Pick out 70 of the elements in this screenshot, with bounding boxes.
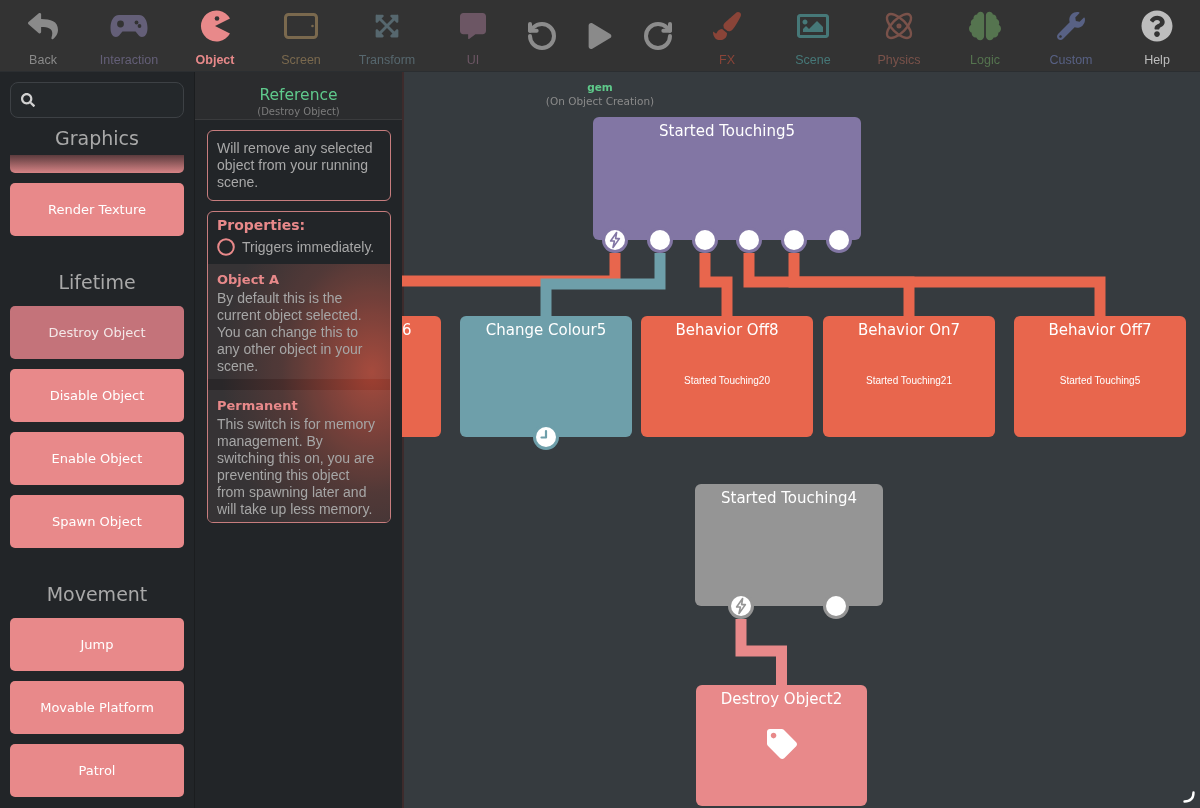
lightning-port-icon[interactable] <box>602 227 628 253</box>
sidebar-item[interactable]: Enable Object <box>10 432 184 485</box>
param-name: Object A <box>217 271 281 288</box>
panel-subtitle: (Destroy Object) <box>257 105 340 118</box>
node-subtitle: Started Touching21 <box>866 375 952 387</box>
sidebar-item[interactable]: Destroy Object <box>10 306 184 359</box>
node-title: Started Touching4 <box>721 488 857 508</box>
search-field[interactable] <box>10 82 184 118</box>
toolbar-tab[interactable]: UI <box>430 0 516 71</box>
toolbar-tab[interactable]: Object <box>172 0 258 71</box>
node-card[interactable]: Behavior Off7 Started Touching5 <box>1014 316 1186 437</box>
section-heading: Movement <box>45 582 149 607</box>
port-circle-icon[interactable] <box>781 227 807 253</box>
object-name: gem <box>587 80 613 94</box>
node-title: Behavior On7 <box>857 320 961 340</box>
description-text: Will remove any selected object from your running scene. <box>207 130 391 201</box>
param-description: By default this is the current object selected. You can change this to any other object in your scene. <box>217 290 364 375</box>
sidebar-item[interactable]: Disable Object <box>10 369 184 422</box>
node-title: Started Touching5 <box>659 121 795 141</box>
redo-icon[interactable] <box>642 19 674 52</box>
toolbar-tab[interactable]: Physics <box>856 0 942 71</box>
panel-title: Reference <box>259 86 338 105</box>
resize-handle-icon[interactable] <box>1183 791 1195 803</box>
sidebar-item[interactable]: Spawn Object <box>10 495 184 548</box>
node-title: Destroy Object2 <box>720 689 843 709</box>
toolbar-tab[interactable]: Screen <box>258 0 344 71</box>
toolbar-tab[interactable]: Logic <box>942 0 1028 71</box>
node-card[interactable]: Behavior On7 Started Touching21 <box>823 316 995 437</box>
param-description: This switch is for memory management. By switching this on, you are preventing this object from spawning later and will take up less memory. <box>217 416 376 518</box>
object-event: (On Object Creation) <box>545 94 655 109</box>
toolbar-tab[interactable]: Interaction <box>86 0 172 71</box>
toolbar-tab[interactable]: FX <box>684 0 770 71</box>
toolbar-tab[interactable]: Transform <box>344 0 430 71</box>
toolbar-tab[interactable]: Back <box>0 0 86 71</box>
search-icon <box>21 93 35 107</box>
node-card[interactable]: Destroy Object2 <box>696 685 867 806</box>
node-title: Change Colour5 <box>485 320 607 340</box>
node-title: Behavior Off8 <box>675 320 779 340</box>
node-card[interactable]: 6 <box>402 316 441 437</box>
undo-icon[interactable] <box>526 19 558 52</box>
sidebar-item[interactable]: Patrol <box>10 744 184 797</box>
lightning-port-icon[interactable] <box>728 593 754 619</box>
clipped-sidebar-item[interactable] <box>10 155 184 173</box>
node-title: 6 <box>402 320 412 340</box>
param-name: Permanent <box>217 397 299 414</box>
port-circle-icon[interactable] <box>826 227 852 253</box>
node-subtitle: Started Touching5 <box>1059 375 1141 387</box>
sidebar-item[interactable]: Render Texture <box>10 183 184 236</box>
sidebar-item[interactable]: Movable Platform <box>10 681 184 734</box>
section-heading: Graphics <box>54 126 140 151</box>
radio-icon[interactable] <box>217 238 235 256</box>
port-circle-icon[interactable] <box>736 227 762 253</box>
toolbar-tab[interactable]: Help <box>1114 0 1200 71</box>
toolbar-tab[interactable]: Scene <box>770 0 856 71</box>
clock-icon[interactable] <box>533 424 559 450</box>
port-circle-icon[interactable] <box>823 593 849 619</box>
play-icon[interactable] <box>587 22 613 49</box>
node-subtitle: Started Touching20 <box>684 375 770 387</box>
node-card[interactable]: Behavior Off8 Started Touching20 <box>641 316 813 437</box>
sidebar-item[interactable]: Jump <box>10 618 184 671</box>
port-circle-icon[interactable] <box>647 227 673 253</box>
port-circle-icon[interactable] <box>692 227 718 253</box>
toolbar-tab[interactable]: Custom <box>1028 0 1114 71</box>
trigger-label: Triggers immediately. <box>242 238 375 256</box>
node-title: Behavior Off7 <box>1048 320 1152 340</box>
section-heading: Lifetime <box>57 270 137 295</box>
properties-heading: Properties: <box>217 216 307 235</box>
node-card[interactable]: Started Touching5 <box>593 117 861 240</box>
node-card[interactable]: Started Touching4 <box>695 484 883 606</box>
node-card[interactable]: Change Colour5 <box>460 316 632 437</box>
